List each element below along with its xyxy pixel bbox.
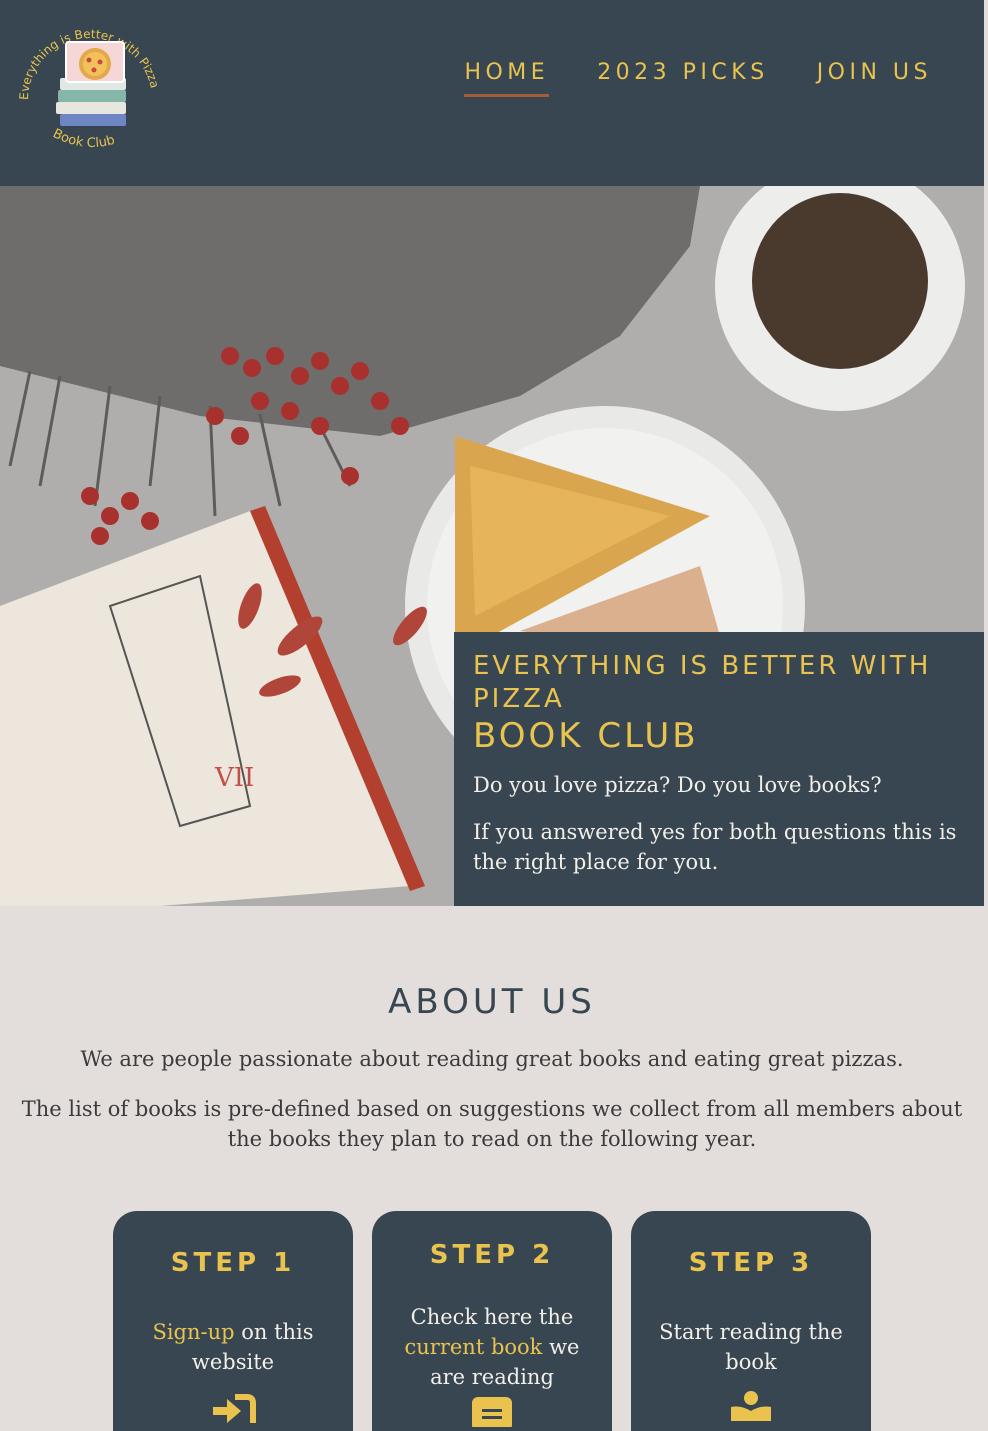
nav-home-link[interactable]: HOME <box>464 58 550 97</box>
logo-bottom-text: Book Club <box>50 126 116 151</box>
nav-2023-picks-link[interactable]: 2023 PICKS <box>597 58 769 97</box>
site-header: Everything is Better with Pizza Book Clu… <box>0 0 984 186</box>
step-2-title: STEP 2 <box>429 1240 555 1270</box>
current-book-link[interactable]: current book <box>405 1335 543 1359</box>
main-nav: HOME 2023 PICKS JOIN US <box>464 58 932 97</box>
hero-title: EVERYTHING IS BETTER WITH PIZZA <box>473 651 932 714</box>
book-club-logo[interactable]: Everything is Better with Pizza Book Clu… <box>14 8 164 168</box>
nav-join-us-link[interactable]: JOIN US <box>817 58 932 97</box>
step-2-text: Check here the current book we are readi… <box>386 1302 598 1392</box>
step-1-title: STEP 1 <box>170 1248 296 1278</box>
sign-up-link[interactable]: Sign-up <box>152 1320 234 1344</box>
step-3-title: STEP 3 <box>688 1248 814 1278</box>
step-card-3: STEP 3 Start reading the book <box>631 1211 871 1431</box>
step-card-2: STEP 2 Check here the current book we ar… <box>372 1211 612 1431</box>
step-1-text: Sign-up on this website <box>127 1317 339 1377</box>
hero-paragraph-1: Do you love pizza? Do you love books? <box>473 773 882 797</box>
svg-text:VII: VII <box>214 763 254 793</box>
book-icon <box>472 1397 512 1427</box>
reader-icon <box>731 1391 771 1421</box>
hero-text-box: EVERYTHING IS BETTER WITH PIZZA BOOK CLU… <box>454 632 984 906</box>
step-2-text-before: Check here the <box>410 1305 574 1329</box>
about-paragraph-1: We are people passionate about reading g… <box>80 1047 904 1071</box>
step-3-text: Start reading the book <box>659 1320 843 1374</box>
hero-section: VII EVERYTHING IS BETTER WITH PIZZA BOOK… <box>0 186 984 906</box>
svg-text:Book Club: Book Club <box>50 126 116 151</box>
about-title: ABOUT US <box>388 982 596 1022</box>
hero-paragraph-2: If you answered yes for both questions t… <box>473 820 957 874</box>
sign-in-icon <box>213 1394 256 1423</box>
step-card-1: STEP 1 Sign-up on this website <box>113 1211 353 1431</box>
about-paragraph-2: The list of books is pre-defined based o… <box>21 1097 963 1151</box>
hero-subtitle: BOOK CLUB <box>473 716 699 756</box>
